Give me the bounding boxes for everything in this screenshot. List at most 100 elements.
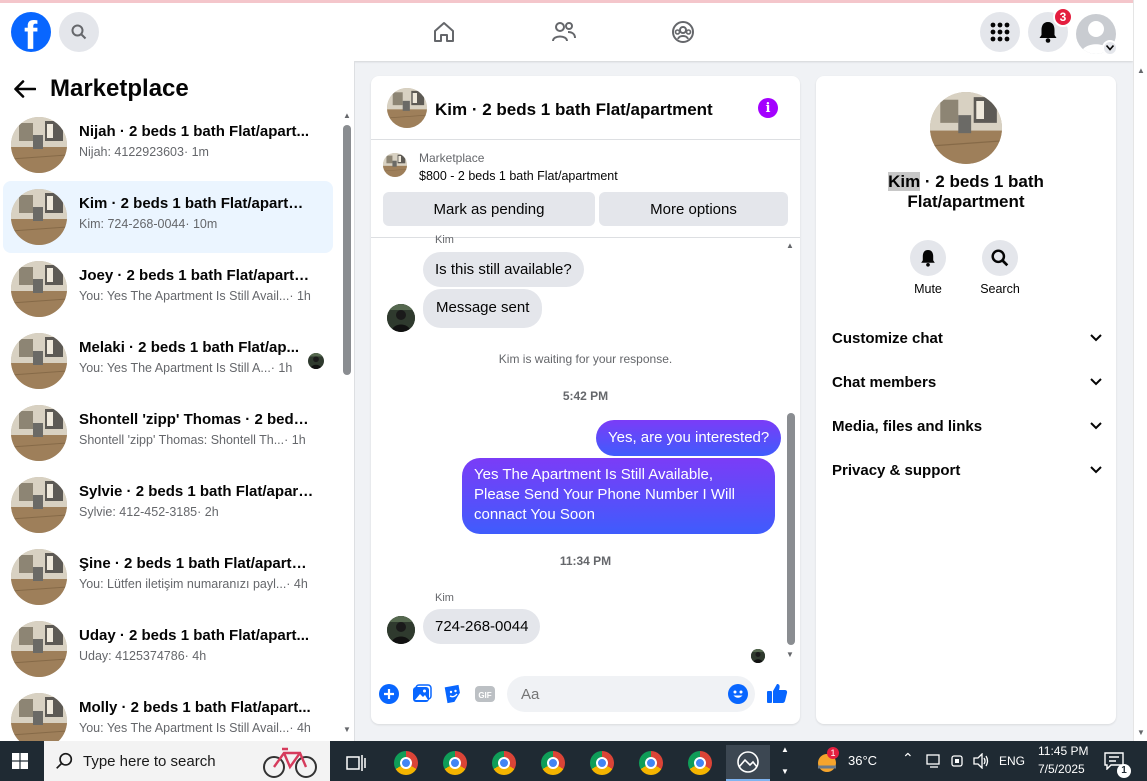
chat-title[interactable]: Kim · 2 beds 1 bath Flat/apartment bbox=[435, 100, 713, 120]
listing-price[interactable]: $800 - 2 beds 1 bath Flat/apartment bbox=[419, 169, 618, 183]
info-icon[interactable]: i bbox=[758, 98, 778, 118]
listing-thumbnail bbox=[11, 333, 67, 389]
conversation-item[interactable]: Joey · 2 beds 1 bath Flat/apartm... You: … bbox=[3, 253, 333, 325]
conversation-item[interactable]: Shontell 'zipp' Thomas · 2 beds ... Shont… bbox=[3, 397, 333, 469]
battery-icon[interactable] bbox=[950, 753, 966, 769]
chat-scroll-up[interactable]: ▲ bbox=[786, 241, 794, 250]
gif-button[interactable]: GIF bbox=[475, 684, 495, 704]
emoji-button[interactable] bbox=[728, 684, 748, 704]
search-action[interactable]: Search bbox=[970, 240, 1030, 296]
conversation-title: Melaki · 2 beds 1 bath Flat/ap... bbox=[79, 339, 300, 356]
conversation-title: Sylvie · 2 beds 1 bath Flat/apart... bbox=[79, 483, 315, 500]
weather-temperature[interactable]: 36°C bbox=[848, 753, 877, 768]
chat-scroll-down[interactable]: ▼ bbox=[786, 650, 794, 659]
kim-avatar bbox=[387, 616, 415, 644]
groups-nav-button[interactable] bbox=[669, 18, 697, 46]
incoming-message[interactable]: Message sent bbox=[423, 289, 543, 328]
privacy-support-section[interactable]: Privacy & support bbox=[832, 458, 1102, 482]
photo-button[interactable] bbox=[412, 684, 432, 704]
search-icon bbox=[71, 24, 87, 40]
smiley-icon bbox=[728, 684, 748, 704]
incoming-message[interactable]: 724-268-0044 bbox=[423, 609, 541, 644]
facebook-logo[interactable]: f bbox=[11, 12, 51, 52]
conversation-time: · 4h bbox=[289, 721, 311, 735]
outgoing-message[interactable]: Yes The Apartment Is Still Available, Pl… bbox=[462, 458, 775, 534]
chrome-window-5[interactable] bbox=[580, 745, 624, 781]
page-scroll-down[interactable]: ▼ bbox=[1137, 728, 1145, 737]
mute-action[interactable]: Mute bbox=[898, 240, 958, 296]
photos-app-button[interactable] bbox=[726, 745, 770, 781]
sidebar-scrollbar-thumb[interactable] bbox=[343, 125, 351, 375]
conversation-item[interactable]: Nijah · 2 beds 1 bath Flat/apart... Nijah… bbox=[3, 109, 333, 181]
listing-large-thumbnail[interactable] bbox=[930, 92, 1002, 164]
kim-avatar bbox=[387, 304, 415, 332]
page-scroll-up[interactable]: ▲ bbox=[1137, 66, 1145, 75]
media-files-links-section[interactable]: Media, files and links bbox=[832, 414, 1102, 438]
more-options-button[interactable]: More options bbox=[599, 192, 788, 226]
chrome-window-2[interactable] bbox=[433, 745, 477, 781]
conversation-title: Nijah · 2 beds 1 bath Flat/apart... bbox=[79, 123, 310, 140]
message-composer: GIF bbox=[371, 672, 800, 720]
task-view-button[interactable] bbox=[334, 745, 378, 781]
conversation-item[interactable]: Sylvie · 2 beds 1 bath Flat/apart... Sylv… bbox=[3, 469, 333, 541]
conversation-item[interactable]: Melaki · 2 beds 1 bath Flat/ap... You: Ye… bbox=[3, 325, 333, 397]
customize-chat-section[interactable]: Customize chat bbox=[832, 326, 1102, 350]
sticker-button[interactable] bbox=[443, 684, 463, 704]
bell-icon bbox=[921, 250, 935, 267]
conversation-preview: You: Yes The Apartment Is Still Avail...… bbox=[79, 289, 315, 303]
top-navigation-bar: f 3 bbox=[0, 0, 1133, 61]
conversation-snippet: You: Lütfen iletişim numaranızı payl... bbox=[79, 577, 287, 591]
mark-as-pending-button[interactable]: Mark as pending bbox=[383, 192, 595, 226]
add-button[interactable] bbox=[379, 684, 399, 704]
conversation-item[interactable]: Uday · 2 beds 1 bath Flat/apart... Uday: … bbox=[3, 613, 333, 685]
weather-widget[interactable]: 1 bbox=[814, 747, 842, 773]
volume-icon[interactable] bbox=[973, 753, 991, 769]
home-nav-button[interactable] bbox=[430, 18, 458, 46]
chrome-window-6[interactable] bbox=[629, 745, 673, 781]
account-caret[interactable] bbox=[1102, 40, 1118, 56]
plus-circle-icon bbox=[379, 684, 399, 704]
language-indicator[interactable]: ENG bbox=[999, 754, 1025, 768]
outgoing-message[interactable]: Yes, are you interested? bbox=[596, 420, 782, 456]
listing-thumbnail[interactable] bbox=[387, 88, 427, 128]
taskbar-scroll-up[interactable]: ▲ bbox=[781, 745, 789, 754]
network-icon[interactable] bbox=[926, 753, 942, 769]
chat-scrollbar-thumb[interactable] bbox=[787, 413, 795, 645]
page-scrollbar[interactable]: ▲ ▼ bbox=[1133, 0, 1147, 741]
seen-avatar bbox=[308, 353, 324, 369]
clock-time[interactable]: 11:45 PM bbox=[1038, 744, 1088, 758]
start-button[interactable] bbox=[0, 741, 40, 781]
clock-date[interactable]: 7/5/2025 bbox=[1038, 762, 1085, 776]
search-icon bbox=[991, 249, 1009, 267]
windows-logo-icon bbox=[12, 753, 28, 769]
back-arrow-icon[interactable] bbox=[14, 80, 36, 98]
taskbar-scroll-down[interactable]: ▼ bbox=[781, 767, 789, 776]
conversation-snippet: Uday: 4125374786 bbox=[79, 649, 185, 663]
chrome-window-4[interactable] bbox=[531, 745, 575, 781]
listing-thumbnail bbox=[11, 117, 67, 173]
conversation-snippet: Shontell 'zipp' Thomas: Shontell Th... bbox=[79, 433, 285, 447]
chevron-down-icon bbox=[1090, 466, 1102, 474]
scroll-down-arrow[interactable]: ▼ bbox=[343, 725, 351, 734]
menu-button[interactable] bbox=[980, 12, 1020, 52]
conversation-item[interactable]: Şine · 2 beds 1 bath Flat/apartm... You: … bbox=[3, 541, 333, 613]
conversation-list: Nijah · 2 beds 1 bath Flat/apart... Nijah… bbox=[3, 109, 333, 741]
chrome-window-7[interactable] bbox=[678, 745, 722, 781]
conversation-snippet: You: Yes The Apartment Is Still Avail... bbox=[79, 721, 290, 735]
chevron-down-icon bbox=[1090, 422, 1102, 430]
taskbar-search-box[interactable]: Type here to search bbox=[44, 741, 330, 781]
chrome-window-1[interactable] bbox=[384, 745, 428, 781]
friends-nav-button[interactable] bbox=[550, 18, 578, 46]
chat-members-section[interactable]: Chat members bbox=[832, 370, 1102, 394]
conversation-item[interactable]: Kim · 2 beds 1 bath Flat/apartme... Kim: … bbox=[3, 181, 333, 253]
svg-text:GIF: GIF bbox=[478, 691, 491, 700]
scroll-up-arrow[interactable]: ▲ bbox=[343, 111, 351, 120]
listing-small-thumbnail[interactable] bbox=[383, 153, 407, 177]
conversation-item[interactable]: Molly · 2 beds 1 bath Flat/apart... You: … bbox=[3, 685, 333, 741]
like-button[interactable] bbox=[766, 682, 788, 704]
message-input[interactable] bbox=[507, 676, 755, 712]
chevron-up-icon[interactable]: ⌃ bbox=[902, 750, 914, 767]
incoming-message[interactable]: Is this still available? bbox=[423, 252, 584, 287]
chrome-window-3[interactable] bbox=[482, 745, 526, 781]
search-button[interactable] bbox=[59, 12, 99, 52]
